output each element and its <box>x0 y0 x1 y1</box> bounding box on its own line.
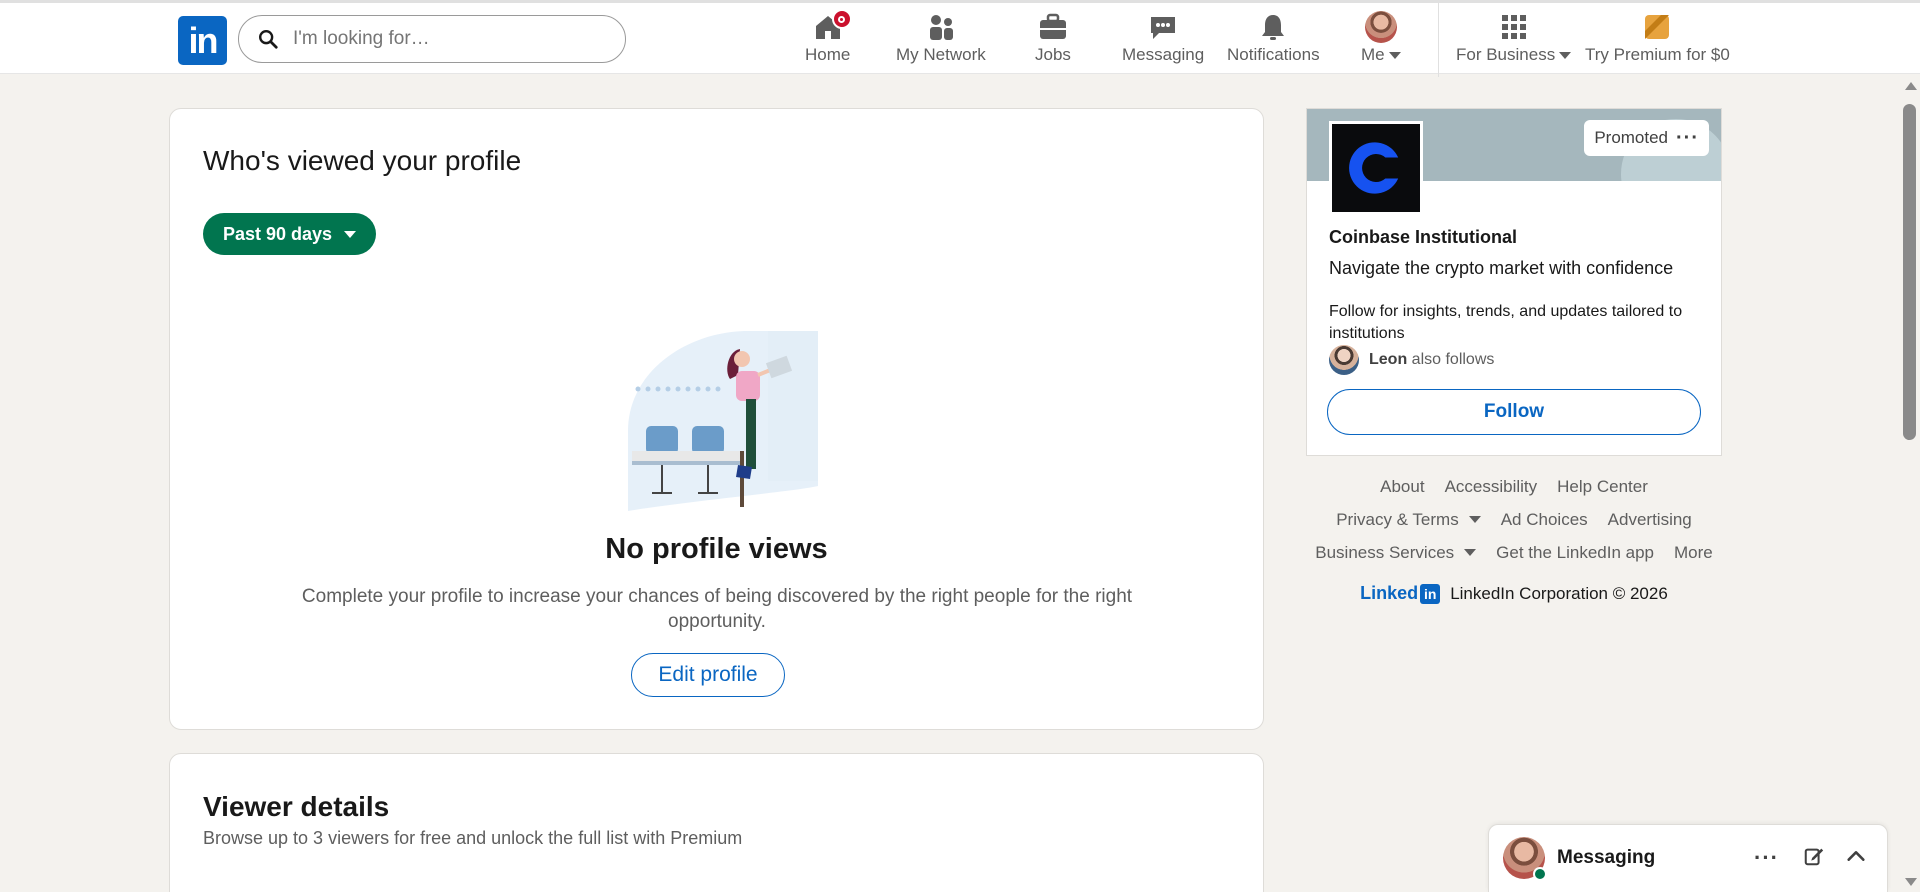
search-icon <box>259 30 278 49</box>
nav-me-text: Me <box>1361 45 1385 64</box>
nav-premium[interactable]: Try Premium for $0 <box>1585 11 1730 65</box>
empty-state-description: Complete your profile to increase your c… <box>301 586 1133 632</box>
follow-button[interactable]: Follow <box>1327 389 1701 435</box>
nav-messaging[interactable]: Messaging <box>1122 11 1204 65</box>
nav-jobs[interactable]: Jobs <box>1035 11 1071 65</box>
footer-about[interactable]: About <box>1380 477 1424 497</box>
home-icon <box>812 9 852 43</box>
scroll-up-icon[interactable] <box>1905 82 1917 90</box>
nav-me-label: Me <box>1361 45 1401 65</box>
page-scrollbar[interactable] <box>1900 74 1920 892</box>
date-filter-label: Past 90 days <box>223 223 333 244</box>
more-options-icon[interactable]: ··· <box>1676 128 1699 148</box>
nav-business-label: For Business <box>1456 45 1572 65</box>
compose-icon[interactable] <box>1803 845 1825 867</box>
ad-company-name[interactable]: Coinbase Institutional <box>1329 227 1517 248</box>
footer-business-text: Business Services <box>1315 542 1455 562</box>
wordmark-text: Linked <box>1360 583 1419 603</box>
scrollbar-thumb[interactable] <box>1903 104 1916 440</box>
promoted-ad-card: Promoted ··· Coinbase Institutional Navi… <box>1306 108 1722 456</box>
empty-state-illustration <box>628 331 818 511</box>
footer-accessibility[interactable]: Accessibility <box>1445 477 1538 497</box>
chevron-down-icon <box>1464 549 1477 556</box>
grid-icon <box>1498 11 1530 43</box>
footer-help-center[interactable]: Help Center <box>1557 477 1648 497</box>
avatar <box>1329 345 1359 375</box>
search-input[interactable] <box>293 28 593 50</box>
nav-my-network[interactable]: My Network <box>896 11 986 65</box>
nav-jobs-label: Jobs <box>1035 45 1071 64</box>
nav-notifications[interactable]: Notifications <box>1227 11 1320 65</box>
more-options-icon[interactable]: ··· <box>1754 845 1779 871</box>
messaging-label: Messaging <box>1557 847 1656 868</box>
scroll-down-icon[interactable] <box>1905 878 1917 886</box>
footer-business-services[interactable]: Business Services <box>1315 542 1477 563</box>
promoted-text: Promoted <box>1594 128 1669 147</box>
premium-icon <box>1641 11 1673 43</box>
top-nav: in Home My Network Jobs Messaging Notif <box>0 0 1920 77</box>
messaging-panel[interactable]: Messaging ··· <box>1488 824 1888 892</box>
page-title: Who's viewed your profile <box>203 145 522 176</box>
briefcase-icon <box>1037 11 1069 43</box>
chat-icon <box>1147 11 1179 43</box>
footer-privacy-text: Privacy & Terms <box>1336 509 1459 529</box>
nav-network-label: My Network <box>896 45 986 64</box>
profile-views-card: Who's viewed your profile Past 90 days N… <box>169 108 1264 730</box>
chevron-up-icon[interactable] <box>1845 845 1867 867</box>
ad-social-proof: Leon also follows <box>1329 345 1494 375</box>
nav-home-label: Home <box>805 45 851 64</box>
avatar <box>1364 11 1397 43</box>
footer-get-app[interactable]: Get the LinkedIn app <box>1496 543 1654 563</box>
nav-premium-label: Try Premium for $0 <box>1585 45 1730 64</box>
footer-advertising[interactable]: Advertising <box>1608 510 1692 530</box>
footer-brand: Linked in LinkedIn Corporation © 2026 <box>1306 583 1722 604</box>
nav-business-text: For Business <box>1456 45 1556 64</box>
edit-profile-button[interactable]: Edit profile <box>631 653 785 697</box>
chevron-down-icon <box>344 230 357 238</box>
follower-name: Leon <box>1369 351 1408 368</box>
promoted-label: Promoted ··· <box>1584 120 1709 156</box>
nav-divider <box>1438 3 1439 77</box>
online-status-icon <box>1533 867 1547 881</box>
chevron-down-icon <box>1388 51 1401 59</box>
linkedin-wordmark-icon: Linked in <box>1360 583 1441 604</box>
linkedin-logo-icon[interactable]: in <box>178 16 227 65</box>
viewer-details-card: Viewer details Browse up to 3 viewers fo… <box>169 753 1264 892</box>
footer-privacy-terms[interactable]: Privacy & Terms <box>1336 510 1481 530</box>
search-bar[interactable] <box>238 15 626 63</box>
bell-icon <box>1257 11 1289 43</box>
footer-links: About Accessibility Help Center Privacy … <box>1306 470 1722 604</box>
viewer-details-title: Viewer details <box>203 791 390 822</box>
footer-ad-choices[interactable]: Ad Choices <box>1501 510 1588 530</box>
coinbase-logo-icon[interactable] <box>1329 121 1423 215</box>
ad-headline: Navigate the crypto market with confiden… <box>1329 258 1674 278</box>
chevron-down-icon <box>1559 51 1572 59</box>
wordmark-in: in <box>1420 583 1441 604</box>
social-proof-text: Leon also follows <box>1369 351 1494 369</box>
nav-messaging-label: Messaging <box>1122 45 1205 64</box>
nav-for-business[interactable]: For Business <box>1456 11 1572 65</box>
footer-more[interactable]: More <box>1674 543 1713 563</box>
follower-suffix: also follows <box>1411 351 1495 368</box>
nav-home[interactable]: Home <box>805 9 852 65</box>
empty-state-title: No profile views <box>605 533 828 565</box>
notification-badge <box>831 9 852 29</box>
date-filter-button[interactable]: Past 90 days <box>203 213 377 255</box>
people-icon <box>925 11 957 43</box>
ad-body: Follow for insights, trends, and updates… <box>1329 303 1683 342</box>
footer-copyright: LinkedIn Corporation © 2026 <box>1450 583 1668 603</box>
nav-me[interactable]: Me <box>1361 11 1401 65</box>
nav-notifications-label: Notifications <box>1227 45 1320 64</box>
viewer-details-subtitle: Browse up to 3 viewers for free and unlo… <box>203 828 743 848</box>
chevron-down-icon <box>1468 516 1481 523</box>
